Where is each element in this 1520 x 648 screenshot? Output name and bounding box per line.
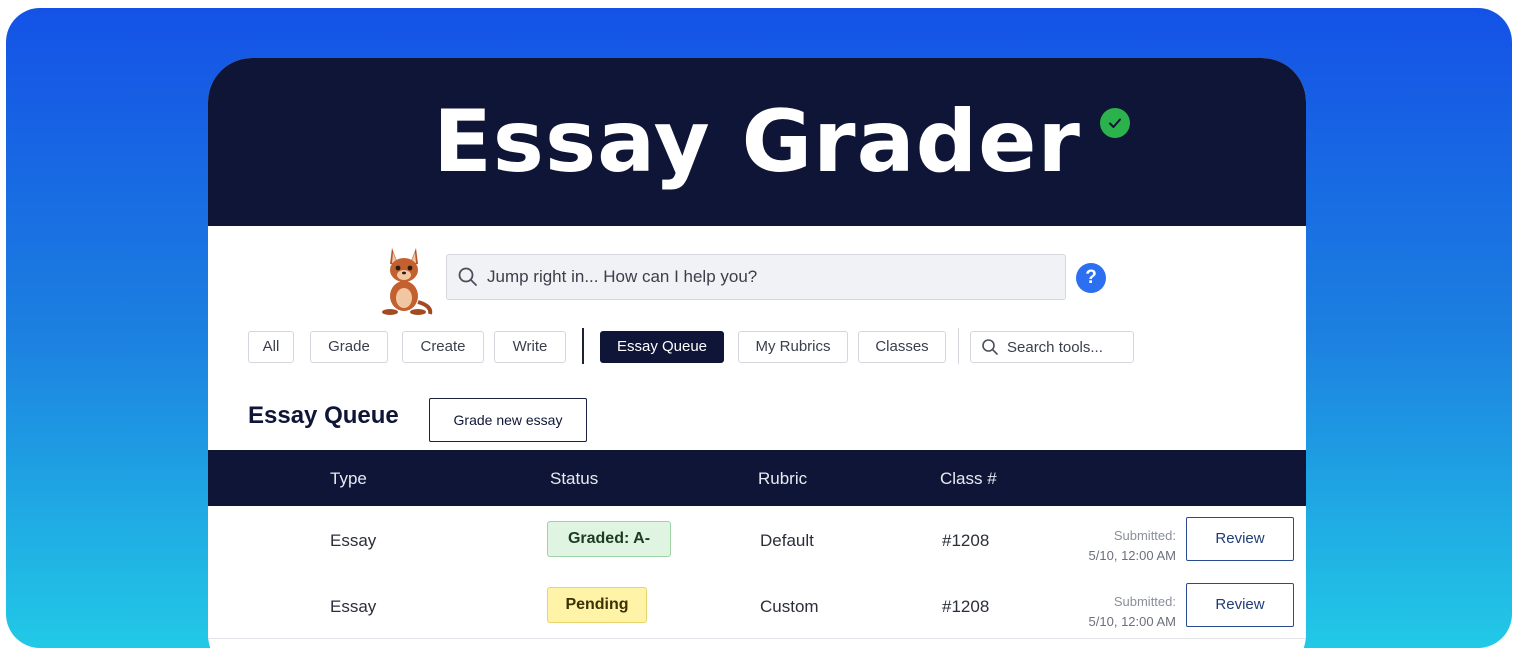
submitted-date: 5/10, 12:00 AM	[1088, 548, 1176, 563]
gradient-backdrop: Essay Grader Jump right in... How can I …	[6, 8, 1512, 648]
hero-banner: Essay Grader	[208, 58, 1306, 226]
app-card: Essay Grader Jump right in... How can I …	[208, 58, 1306, 648]
review-button[interactable]: Review	[1186, 517, 1294, 561]
table-row: Essay Pending Custom #1208 Submitted: 5/…	[208, 572, 1306, 639]
submitted-timestamp: Submitted: 5/10, 12:00 AM	[1064, 526, 1176, 566]
column-header-type: Type	[330, 469, 367, 488]
tool-search-field[interactable]: Search tools...	[970, 331, 1134, 363]
check-circle-icon	[1100, 108, 1130, 138]
kangaroo-mascot-icon	[382, 248, 433, 315]
cell-class: #1208	[942, 531, 990, 550]
submitted-label: Submitted:	[1113, 594, 1176, 609]
assistant-search-input[interactable]	[487, 267, 1027, 287]
filter-chip-write[interactable]: Write	[494, 331, 566, 363]
assistant-search-bar[interactable]	[446, 254, 1066, 300]
filter-chip-my-rubrics[interactable]: My Rubrics	[738, 331, 848, 363]
search-icon	[458, 267, 477, 286]
filter-chip-all[interactable]: All	[248, 331, 294, 363]
status-badge: Graded: A-	[547, 521, 671, 557]
submitted-date: 5/10, 12:00 AM	[1088, 614, 1176, 629]
tool-search-placeholder: Search tools...	[1007, 338, 1103, 356]
filter-chip-create[interactable]: Create	[402, 331, 484, 363]
filter-divider-secondary	[958, 328, 959, 364]
filter-divider	[582, 328, 584, 364]
section-title: Essay Queue	[248, 402, 399, 429]
cell-rubric: Custom	[760, 597, 819, 616]
filter-chip-grade[interactable]: Grade	[310, 331, 388, 363]
column-header-rubric: Rubric	[758, 469, 808, 488]
table-header: Type Status Rubric Class #	[208, 450, 1306, 506]
submitted-timestamp: Submitted: 5/10, 12:00 AM	[1064, 592, 1176, 632]
cell-type: Essay	[330, 531, 377, 550]
column-header-status: Status	[550, 469, 599, 488]
filter-chip-classes[interactable]: Classes	[858, 331, 946, 363]
submitted-label: Submitted:	[1113, 528, 1176, 543]
status-badge: Pending	[547, 587, 647, 623]
help-icon[interactable]: ?	[1076, 263, 1106, 293]
cell-class: #1208	[942, 597, 990, 616]
page-title: Essay Grader	[433, 92, 1081, 192]
grade-new-essay-button[interactable]: Grade new essay	[429, 398, 587, 442]
search-icon	[982, 339, 998, 355]
review-button[interactable]: Review	[1186, 583, 1294, 627]
column-header-class: Class #	[940, 469, 997, 488]
table-row: Essay Graded: A- Default #1208 Submitted…	[208, 506, 1306, 573]
cell-type: Essay	[330, 597, 377, 616]
filter-chip-essay-queue[interactable]: Essay Queue	[600, 331, 724, 363]
cell-rubric: Default	[760, 531, 814, 550]
